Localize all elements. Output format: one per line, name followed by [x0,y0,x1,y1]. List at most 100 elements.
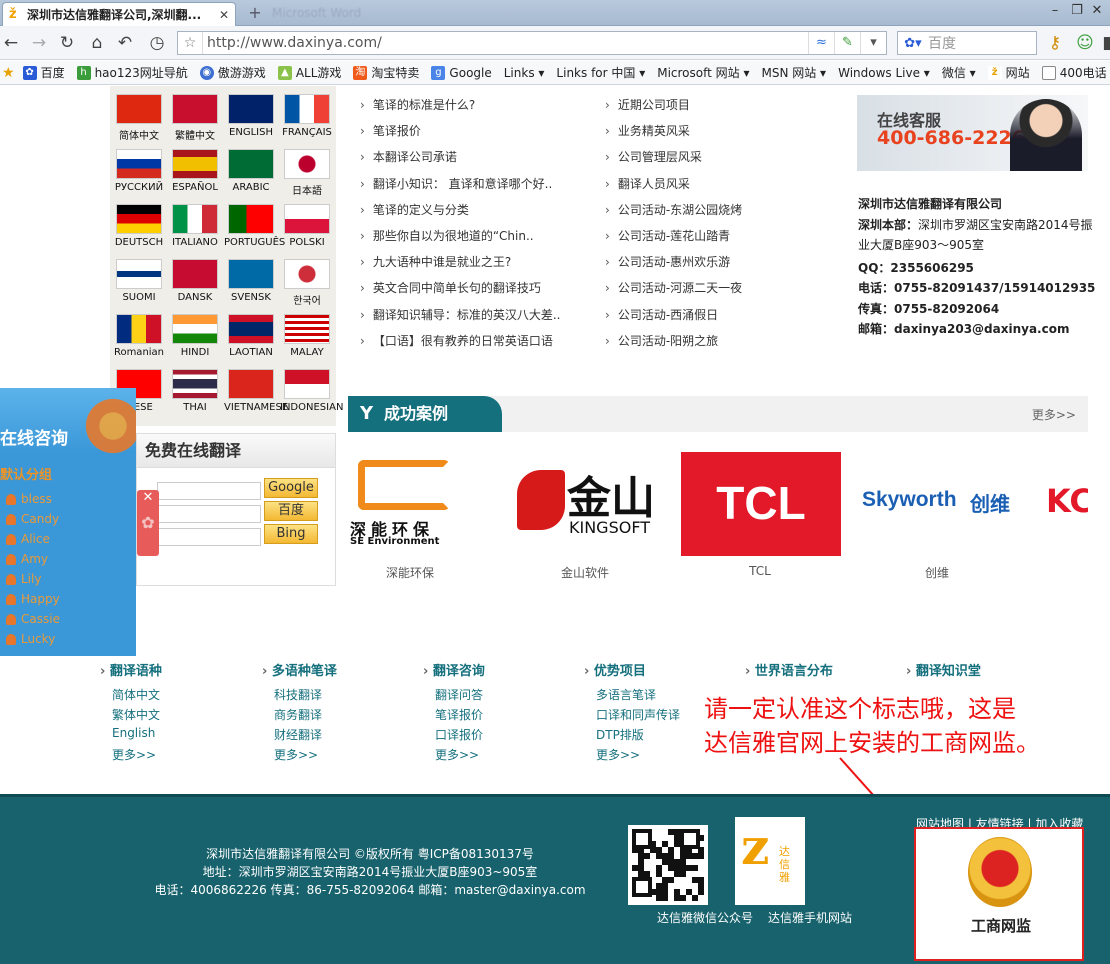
language-flag[interactable]: ITALIANO [168,204,222,248]
language-flag[interactable]: 简体中文 [112,94,166,142]
language-flag[interactable]: DANSK [168,259,222,303]
bookmark-folder[interactable]: Windows Live ▾ [838,66,930,80]
language-flag[interactable]: MALAY [280,314,334,358]
article-link[interactable]: 笔译报价 [360,122,580,148]
translate-input[interactable] [157,528,261,546]
footer-nav-link[interactable]: 简体中文 [100,686,240,706]
tcl-logo[interactable]: TCL [681,452,841,556]
article-link[interactable]: 公司活动-惠州欢乐游 [605,253,805,279]
footer-nav-link[interactable]: 商务翻译 [262,706,402,726]
article-link[interactable]: 英文合同中简单长句的翻译技巧 [360,279,580,305]
home-icon[interactable]: ⌂ [86,32,108,54]
footer-nav-link[interactable]: 科技翻译 [262,686,402,706]
new-tab-icon[interactable]: + [244,3,266,23]
language-flag[interactable]: 한국어 [280,259,334,307]
language-flag[interactable]: INDONESIAN [280,369,343,413]
language-flag[interactable]: VIETNAMESE [224,369,288,413]
language-flag[interactable]: ENGLISH [224,94,278,138]
maximize-icon[interactable]: ❐ [1068,3,1086,18]
footer-nav-link[interactable]: 多语言笔译 [584,686,724,706]
skyworth-logo[interactable]: Skyworth 创维 [862,452,1032,556]
footer-nav-link[interactable]: DTP排版 [584,726,724,746]
consult-agent[interactable]: Amy [6,552,48,566]
bookmark-folder[interactable]: MSN 网站 ▾ [761,64,826,81]
translate-input[interactable] [157,482,261,500]
language-flag[interactable]: DEUTSCH [112,204,166,248]
search-box[interactable]: ✿▾ 百度 [897,31,1037,55]
article-link[interactable]: 业务精英风采 [605,122,805,148]
bookmark-item[interactable]: 400电话 [1041,64,1107,81]
bookmark-folder[interactable]: Links ▾ [504,66,545,80]
back-icon[interactable]: ← [0,32,22,54]
baidu-paw-icon[interactable]: ✿▾ [898,36,928,51]
chat-close-button[interactable]: ✕ ✿ [137,490,159,556]
mobile-site-logo[interactable]: z 达信雅 [735,817,805,905]
history-icon[interactable]: ◷ [146,32,168,54]
language-flag[interactable]: SVENSK [224,259,278,303]
forward-icon[interactable]: → [28,32,50,54]
article-link[interactable]: 近期公司项目 [605,96,805,122]
bookmark-item[interactable]: ✿ 百度 [22,64,65,81]
footer-nav-link[interactable]: 更多>> [584,746,724,766]
bookmark-folder[interactable]: Microsoft 网站 ▾ [657,64,749,81]
article-link[interactable]: 【口语】很有教养的日常英语口语 [360,332,580,358]
footer-nav-heading[interactable]: 多语种笔译 [262,660,402,686]
language-flag[interactable]: THAI [168,369,222,413]
footer-nav-heading[interactable]: 翻译知识堂 [906,660,1046,686]
article-link[interactable]: 九大语种中谁是就业之王? [360,253,580,279]
favorites-star-icon[interactable]: ★ [2,65,15,81]
consult-agent[interactable]: Happy [6,592,60,606]
footer-nav-link[interactable]: 繁体中文 [100,706,240,726]
footer-nav-link[interactable]: English [100,726,240,746]
article-link[interactable]: 笔译的标准是什么? [360,96,580,122]
article-link[interactable]: 那些你自以为很地道的“Chin.. [360,227,580,253]
article-link[interactable]: 公司活动-河源二天一夜 [605,279,805,305]
consult-agent[interactable]: Lucky [6,632,55,646]
bookmark-item[interactable]: g Google [431,65,492,80]
rss-icon[interactable]: ≈ [808,32,834,54]
article-link[interactable]: 翻译人员风采 [605,175,805,201]
language-flag[interactable]: HINDI [168,314,222,358]
key-icon[interactable]: ⚷ [1044,32,1066,54]
address-bar[interactable]: ☆ http://www.daxinya.com/ ≈ ✎ ▾ [177,31,887,55]
article-link[interactable]: 公司活动-阳朔之旅 [605,332,805,358]
refresh-icon[interactable]: ↻ [56,32,78,54]
footer-nav-link[interactable]: 更多>> [262,746,402,766]
article-link[interactable]: 公司活动-莲花山踏青 [605,227,805,253]
se-environment-logo[interactable]: 深能环保 SE Environment [348,452,468,556]
language-flag[interactable]: 繁體中文 [168,94,222,142]
footer-nav-link[interactable]: 翻译问答 [423,686,563,706]
bookmark-star-icon[interactable]: ☆ [178,35,202,51]
kingsoft-logo[interactable]: 金山 KINGSOFT [517,452,657,556]
close-tab-icon[interactable]: ✕ [219,8,229,22]
dropdown-icon[interactable]: ▾ [860,32,886,54]
consult-agent[interactable]: Candy [6,512,59,526]
menu-icon[interactable]: ▮ [1096,32,1110,54]
translate-input[interactable] [157,505,261,523]
footer-nav-link[interactable]: 口译和同声传译 [584,706,724,726]
footer-nav-link[interactable]: 口译报价 [423,726,563,746]
article-link[interactable]: 本翻译公司承诺 [360,148,580,174]
consult-agent[interactable]: Alice [6,532,50,546]
language-flag[interactable]: POLSKI [280,204,334,248]
bing-translate-button[interactable]: Bing [264,524,318,544]
bookmark-item[interactable]: ◉ 傲游游戏 [199,64,266,81]
baidu-translate-button[interactable]: 百度 [264,501,318,521]
footer-nav-heading[interactable]: 世界语言分布 [745,660,885,686]
bookmark-folder[interactable]: 微信 ▾ [942,64,976,81]
bookmark-item[interactable]: h hao123网址导航 [76,64,188,81]
article-link[interactable]: 公司活动-西涌假日 [605,306,805,332]
active-tab[interactable]: ž 深圳市达信雅翻译公司,深圳翻... ✕ [2,2,236,26]
undo-icon[interactable]: ↶ [114,32,136,54]
language-flag[interactable]: SUOMI [112,259,166,303]
footer-nav-link[interactable]: 更多>> [423,746,563,766]
wechat-qr-code[interactable] [628,825,708,905]
tools-icon[interactable]: ✎ [834,32,860,54]
language-flag[interactable]: 日本語 [280,149,334,197]
close-window-icon[interactable]: ✕ [1088,3,1106,18]
footer-nav-heading[interactable]: 翻译语种 [100,660,240,686]
language-flag[interactable]: FRANÇAIS [280,94,334,138]
language-flag[interactable]: ARABIC [224,149,278,193]
bookmark-item[interactable]: ž 网站 [987,64,1030,81]
footer-nav-heading[interactable]: 优势项目 [584,660,724,686]
